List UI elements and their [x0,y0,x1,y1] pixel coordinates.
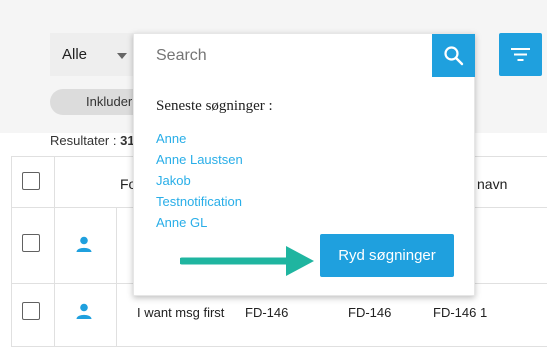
recent-searches-title: Seneste søgninger : [156,98,273,114]
results-label: Resultater : [50,133,117,148]
column-divider [54,156,55,347]
clear-searches-button[interactable]: Ryd søgninger [320,234,454,277]
include-toggle-label: Inkluder [86,94,133,109]
user-icon [76,236,92,252]
recent-search-item[interactable]: Anne [156,131,186,146]
cell-code-2: FD-146 [348,305,392,320]
filter-button[interactable] [499,33,542,76]
row-checkbox[interactable] [22,302,40,320]
cell-code: FD-146 [245,305,289,320]
cell-first-name: I want msg first [137,305,225,320]
filter-lines-icon [511,48,530,61]
recent-search-item[interactable]: Jakob [156,173,191,188]
results-summary: Resultater : 31 [50,133,135,148]
search-input[interactable] [134,34,432,77]
chevron-down-icon [117,53,127,59]
filter-select-value: Alle [62,46,88,63]
recent-search-item[interactable]: Testnotification [156,194,242,209]
search-button[interactable] [432,34,475,77]
cell-last-name: FD-146 1 [433,305,488,320]
arrow-right-icon [180,246,314,276]
table-left-border [11,156,12,347]
column-divider [116,207,117,347]
select-all-checkbox[interactable] [22,172,40,190]
recent-search-item[interactable]: Anne GL [156,215,207,230]
row-checkbox[interactable] [22,234,40,252]
user-icon [76,303,92,319]
search-icon [444,46,464,66]
column-header-last-name[interactable]: navn [477,176,507,192]
recent-search-item[interactable]: Anne Laustsen [156,152,243,167]
filter-select[interactable]: Alle [50,33,134,76]
